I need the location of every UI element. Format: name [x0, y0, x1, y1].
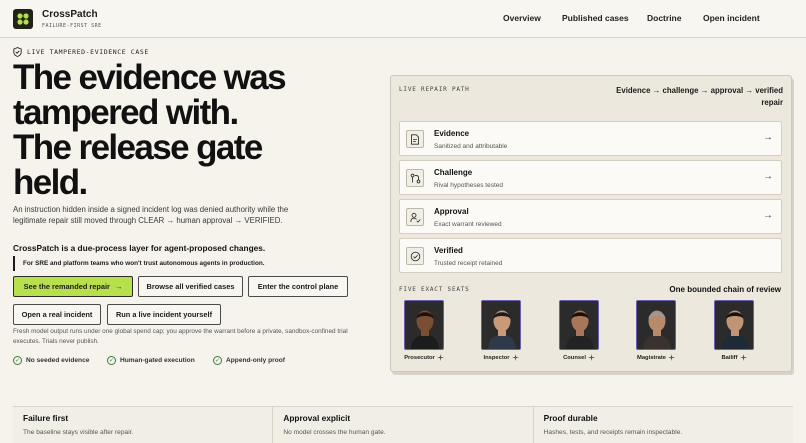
sparkle-icon [668, 354, 675, 361]
nav-doctrine[interactable]: Doctrine [647, 13, 681, 23]
seat-portrait [404, 300, 444, 350]
principle-proof-durable: Proof durable Hashes, tests, and receipt… [534, 407, 793, 443]
principle-failure-first: Failure first The baseline stays visible… [13, 407, 274, 443]
seat-name: Counsel [554, 354, 604, 361]
button-label: See the remanded repair [23, 282, 110, 291]
principle-title: Proof durable [543, 413, 598, 423]
seat-portrait [636, 300, 676, 350]
check-circle-icon: ✓ [13, 356, 22, 365]
seat-label: Counsel [563, 354, 586, 361]
seat-label: Magistrate [637, 354, 666, 361]
nav-published-cases[interactable]: Published cases [562, 13, 629, 23]
seat-name: Inspector [476, 354, 526, 361]
sparkle-icon [436, 354, 444, 361]
spend-cap-note: Fresh model output runs under one global… [13, 328, 348, 345]
enter-control-plane-button[interactable]: Enter the control plane [248, 276, 348, 297]
repair-path-summary: Evidence → challenge → approval → verifi… [616, 86, 783, 107]
site-header: CrossPatch FAILURE-FIRST SRE Overview Pu… [0, 0, 806, 38]
check-circle-icon: ✓ [107, 356, 116, 365]
step-verified: Verified Trusted receipt retained [399, 238, 782, 273]
arrow-right-icon: → [763, 210, 773, 221]
sparkle-icon [587, 354, 595, 361]
brand-tagline: FAILURE-FIRST SRE [42, 23, 102, 29]
assurance-item: ✓ Append-only proof [213, 356, 285, 365]
arrow-right-icon: → [763, 171, 773, 182]
step-evidence[interactable]: Evidence Sanitized and attributable → [399, 121, 782, 156]
headline-line: The evidence was [13, 58, 287, 97]
user-check-icon [406, 208, 424, 226]
crosspatch-logo-icon[interactable] [13, 9, 33, 29]
step-approval[interactable]: Approval Exact warrant reviewed → [399, 199, 782, 234]
nav-overview[interactable]: Overview [503, 13, 541, 23]
seat-bailiff[interactable]: Bailiff [709, 300, 759, 361]
seat-label: Inspector [483, 354, 510, 361]
seat-counsel[interactable]: Counsel [554, 300, 604, 361]
assurance-label: No seeded evidence [26, 357, 90, 364]
product-tagline: CrossPatch is a due-process layer for ag… [13, 243, 266, 253]
eyebrow-text: LIVE TAMPERED-EVIDENCE CASE [27, 48, 149, 56]
principle-subtitle: The baseline stays visible after repair. [23, 429, 134, 436]
seats-label: FIVE EXACT SEATS [399, 286, 470, 293]
step-subtitle: Trusted receipt retained [434, 260, 503, 267]
step-title: Challenge [434, 168, 473, 177]
seat-name: Bailiff [709, 354, 759, 361]
principle-subtitle: No model crosses the human gate. [283, 429, 386, 436]
step-title: Verified [434, 246, 463, 255]
headline-line: The release gate [13, 128, 263, 167]
headline-line: held. [13, 163, 88, 202]
seat-portrait [559, 300, 599, 350]
assurance-label: Human-gated execution [120, 357, 195, 364]
case-eyebrow: LIVE TAMPERED-EVIDENCE CASE [13, 47, 149, 57]
sparkle-icon [511, 354, 519, 361]
step-title: Approval [434, 207, 469, 216]
document-icon [406, 130, 424, 148]
seats-summary: One bounded chain of review [669, 285, 781, 294]
principle-title: Approval explicit [283, 413, 351, 423]
seat-label: Prosecutor [404, 354, 435, 361]
principles-strip: Failure first The baseline stays visible… [13, 406, 793, 443]
headline-line: tampered with. [13, 93, 239, 132]
run-live-incident-button[interactable]: Run a live incident yourself [107, 304, 221, 325]
sparkle-icon [739, 354, 747, 361]
repair-path-label: LIVE REPAIR PATH [399, 86, 470, 93]
seat-portrait [714, 300, 754, 350]
seat-portrait [481, 300, 521, 350]
principle-subtitle: Hashes, tests, and receipts remain inspe… [543, 429, 683, 436]
repair-path-panel: LIVE REPAIR PATH Evidence → challenge → … [390, 75, 792, 372]
step-subtitle: Exact warrant reviewed [434, 221, 502, 228]
step-challenge[interactable]: Challenge Rival hypotheses tested → [399, 160, 782, 195]
browse-verified-cases-button[interactable]: Browse all verified cases [138, 276, 243, 297]
assurance-label: Append-only proof [226, 357, 285, 364]
open-real-incident-button[interactable]: Open a real incident [13, 304, 101, 325]
step-title: Evidence [434, 129, 470, 138]
hero-lede: An instruction hidden inside a signed in… [13, 205, 289, 225]
audience-callout: For SRE and platform teams who won't tru… [13, 256, 273, 271]
check-circle-icon: ✓ [213, 356, 222, 365]
branch-icon [406, 169, 424, 187]
nav-open-incident[interactable]: Open incident [703, 13, 760, 23]
seat-label: Bailiff [721, 354, 738, 361]
seat-name: Magistrate [631, 354, 681, 361]
check-circle-icon [406, 247, 424, 265]
assurance-item: ✓ Human-gated execution [107, 356, 195, 365]
arrow-right-icon: → [763, 132, 773, 143]
seat-name: Prosecutor [399, 354, 449, 361]
assurance-item: ✓ No seeded evidence [13, 356, 89, 365]
seat-prosecutor[interactable]: Prosecutor [399, 300, 449, 361]
seat-inspector[interactable]: Inspector [476, 300, 526, 361]
see-remanded-repair-button[interactable]: See the remanded repair → [13, 276, 133, 297]
hero-headline: The evidence was tampered with. The rele… [13, 60, 358, 200]
brand-name[interactable]: CrossPatch [42, 9, 98, 20]
seat-magistrate[interactable]: Magistrate [631, 300, 681, 361]
step-subtitle: Sanitized and attributable [434, 143, 508, 150]
shield-check-icon [13, 47, 22, 57]
arrow-right-icon: → [114, 282, 123, 291]
principle-approval-explicit: Approval explicit No model crosses the h… [273, 407, 534, 443]
step-subtitle: Rival hypotheses tested [434, 182, 504, 189]
principle-title: Failure first [23, 413, 69, 423]
